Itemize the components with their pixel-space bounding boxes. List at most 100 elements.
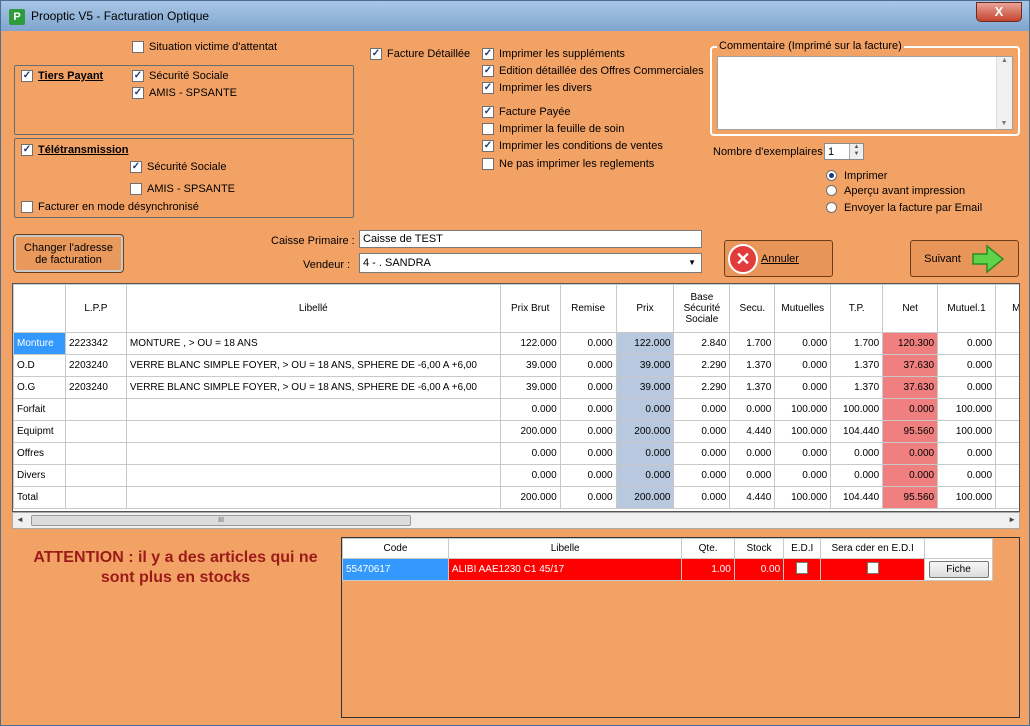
table-cell[interactable]: 100.000	[774, 420, 832, 443]
table-cell[interactable]: 1.700	[830, 332, 884, 355]
table-cell[interactable]: 0.000	[673, 464, 731, 487]
table-cell[interactable]: 100.000	[937, 398, 997, 421]
table-cell[interactable]: 0.000	[882, 398, 939, 421]
table-cell[interactable]: 0.000	[615, 442, 675, 465]
table-cell[interactable]	[995, 398, 1019, 421]
table-row[interactable]: O.D 2203240 VERRE BLANC SIMPLE FOYER, > OU…	[13, 354, 1019, 377]
edi-checkbox[interactable]	[796, 562, 809, 574]
table-cell[interactable]: 95.560	[882, 486, 939, 509]
column-header[interactable]: Secu.	[729, 284, 776, 333]
column-header[interactable]: Remise	[559, 284, 617, 333]
table-row[interactable]: Forfait 0.000 0.000 0.000 0.000 0.000 100.000 1…	[13, 398, 1019, 421]
print-option-checkbox[interactable]	[482, 158, 494, 170]
table-cell[interactable]: 0.000	[559, 442, 617, 465]
table-cell[interactable]	[995, 354, 1019, 377]
table-cell[interactable]: 0.000	[729, 442, 776, 465]
table-cell[interactable]: 4.440	[729, 486, 776, 509]
output-radio[interactable]	[826, 185, 837, 196]
table-cell[interactable]: Total	[13, 486, 66, 509]
stock-column-header[interactable]: Sera cder en E.D.I	[820, 538, 926, 559]
horizontal-scrollbar[interactable]: ◄ III ►	[12, 512, 1020, 529]
table-cell[interactable]: 0.000	[499, 464, 561, 487]
column-header[interactable]: Mu	[995, 284, 1019, 333]
table-cell[interactable]	[995, 442, 1019, 465]
table-cell[interactable]: 200.000	[499, 486, 561, 509]
table-cell[interactable]: 95.560	[882, 420, 939, 443]
table-cell[interactable]: 2203240	[64, 376, 127, 399]
table-cell[interactable]: Divers	[13, 464, 66, 487]
table-cell[interactable]: 0.000	[559, 464, 617, 487]
table-cell[interactable]: 0.000	[830, 464, 884, 487]
table-cell[interactable]: 0.000	[559, 486, 617, 509]
table-cell[interactable]: 4.440	[729, 420, 776, 443]
table-cell[interactable]: 0.000	[673, 398, 731, 421]
table-cell[interactable]: 122.000	[615, 332, 675, 355]
output-radio[interactable]	[826, 202, 837, 213]
tp-secu-checkbox[interactable]: ✓	[132, 70, 144, 82]
table-cell[interactable]: 0.000	[937, 376, 997, 399]
column-header[interactable]: Prix Brut	[499, 284, 561, 333]
table-cell[interactable]: 1.370	[729, 354, 776, 377]
close-button[interactable]: X	[976, 2, 1022, 22]
comment-scrollbar[interactable]: ▲ ▼	[996, 57, 1012, 129]
column-header[interactable]	[13, 284, 66, 333]
stock-column-header[interactable]: Qte.	[681, 538, 735, 559]
table-cell[interactable]: 0.000	[774, 332, 832, 355]
suivant-button[interactable]: Suivant	[910, 240, 1019, 277]
desync-checkbox[interactable]	[21, 201, 33, 213]
table-cell[interactable]: 39.000	[615, 376, 675, 399]
table-cell[interactable]: Forfait	[13, 398, 66, 421]
column-header[interactable]: Mutuel.1	[937, 284, 997, 333]
table-cell[interactable]: 0.000	[774, 442, 832, 465]
scroll-thumb[interactable]: III	[31, 515, 411, 526]
table-cell[interactable]: 0.000	[559, 332, 617, 355]
table-cell[interactable]	[125, 464, 501, 487]
table-cell[interactable]: 104.440	[830, 486, 884, 509]
table-cell[interactable]	[995, 420, 1019, 443]
table-row[interactable]: Total 200.000 0.000 200.000 0.000 4.440 100.00…	[13, 486, 1019, 509]
table-cell[interactable]: 0.000	[774, 376, 832, 399]
stock-column-header[interactable]: Stock	[733, 538, 785, 559]
table-cell[interactable]: 0.000	[937, 442, 997, 465]
table-cell[interactable]: 39.000	[499, 376, 561, 399]
table-cell[interactable]: 1.370	[830, 354, 884, 377]
table-cell[interactable]: 1.700	[729, 332, 776, 355]
table-cell[interactable]: 2.840	[673, 332, 731, 355]
table-cell[interactable]: 0.000	[774, 354, 832, 377]
table-cell[interactable]: 0.000	[774, 464, 832, 487]
annuler-button[interactable]: ✕ Annuler	[724, 240, 833, 277]
table-cell[interactable]: 39.000	[615, 354, 675, 377]
teletransmission-checkbox[interactable]: ✓	[21, 144, 33, 156]
facture-detaillee-checkbox[interactable]: ✓	[370, 48, 382, 60]
column-header[interactable]: Mutuelles	[774, 284, 832, 333]
print-option-checkbox[interactable]: ✓	[482, 106, 494, 118]
table-cell[interactable]	[64, 420, 127, 443]
table-cell[interactable]: 0.000	[830, 442, 884, 465]
table-row[interactable]: Divers 0.000 0.000 0.000 0.000 0.000 0.000 0.00…	[13, 464, 1019, 487]
table-cell[interactable]: VERRE BLANC SIMPLE FOYER, > OU = 18 ANS,…	[125, 354, 501, 377]
table-cell[interactable]	[64, 442, 127, 465]
table-cell[interactable]: 200.000	[499, 420, 561, 443]
table-cell[interactable]: 0.000	[937, 354, 997, 377]
table-cell[interactable]: 0.000	[615, 464, 675, 487]
table-cell[interactable]: 100.000	[774, 398, 832, 421]
table-cell[interactable]: 2.290	[673, 376, 731, 399]
tiers-payant-checkbox[interactable]: ✓	[21, 70, 33, 82]
table-cell[interactable]: 104.440	[830, 420, 884, 443]
table-row[interactable]: Equipmt 200.000 0.000 200.000 0.000 4.440 100.…	[13, 420, 1019, 443]
print-option-checkbox[interactable]: ✓	[482, 140, 494, 152]
table-cell[interactable]: 0.000	[559, 376, 617, 399]
table-cell[interactable]: O.D	[13, 354, 66, 377]
table-cell[interactable]: 0.000	[615, 398, 675, 421]
print-option-checkbox[interactable]: ✓	[482, 65, 494, 77]
table-cell[interactable]: 100.000	[937, 420, 997, 443]
table-cell[interactable]: 0.000	[673, 420, 731, 443]
column-header[interactable]: Base Sécurité Sociale	[673, 284, 731, 333]
table-row[interactable]: Offres 0.000 0.000 0.000 0.000 0.000 0.000 0.00…	[13, 442, 1019, 465]
fiche-button[interactable]: Fiche	[928, 561, 989, 578]
table-cell[interactable]	[125, 442, 501, 465]
tt-secu-checkbox[interactable]: ✓	[130, 161, 142, 173]
table-cell[interactable]	[995, 464, 1019, 487]
table-cell[interactable]: 100.000	[937, 486, 997, 509]
table-cell[interactable]: 0.000	[559, 354, 617, 377]
